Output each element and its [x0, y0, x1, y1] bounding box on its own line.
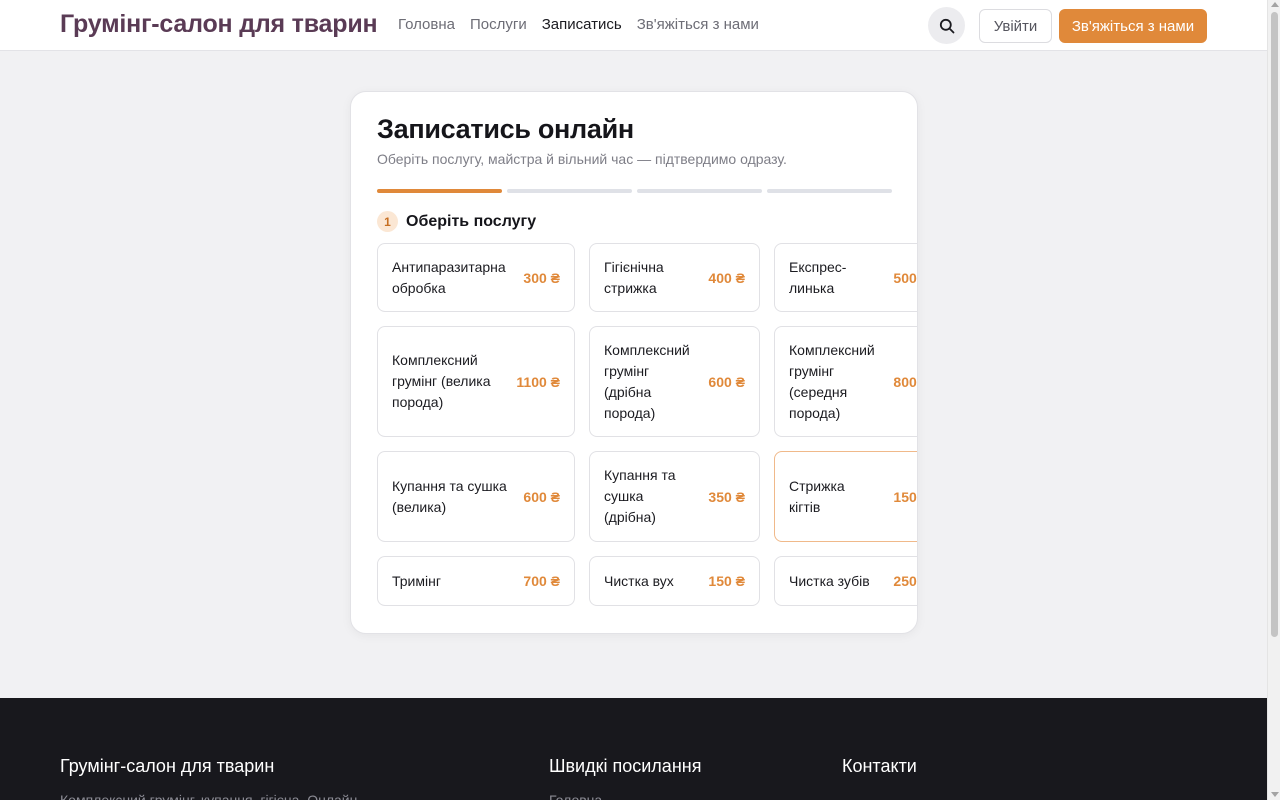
- service-price: 250 ₴: [893, 573, 917, 589]
- service-name: Комплексний грумінг (велика порода): [392, 352, 491, 410]
- step-number-badge: 1: [377, 211, 398, 232]
- service-price: 600 ₴: [708, 373, 745, 390]
- footer-link-home[interactable]: Головна: [549, 792, 602, 800]
- service-name: Комплексний грумінг (середня порода): [789, 341, 875, 421]
- nav-services[interactable]: Послуги: [470, 16, 527, 33]
- step-indicator-2: [507, 189, 632, 193]
- step-progress: [377, 189, 892, 193]
- scroll-up-arrow-icon[interactable]: [1271, 2, 1279, 7]
- service-name: Купання та сушка (дрібна): [604, 467, 676, 525]
- service-option[interactable]: Комплексний грумінг (середня порода) 800…: [774, 326, 917, 437]
- service-option[interactable]: Чистка вух 150 ₴: [589, 556, 760, 606]
- section-title: Оберіть послугу: [406, 212, 537, 230]
- scroll-down-arrow-icon[interactable]: [1271, 792, 1279, 797]
- service-option[interactable]: Гігієнічна стрижка 400 ₴: [589, 243, 760, 312]
- step-indicator-4: [767, 189, 892, 193]
- service-option[interactable]: Чистка зубів 250 ₴: [774, 556, 917, 606]
- service-name: Тримінг: [392, 572, 441, 589]
- booking-card: Записатись онлайн Оберіть послугу, майст…: [350, 91, 918, 634]
- service-price: 700 ₴: [523, 573, 560, 589]
- footer-description: Комплексний грумінг, купання, гігієна. О…: [60, 792, 358, 800]
- service-option[interactable]: Антипаразитарна обробка 300 ₴: [377, 243, 575, 312]
- footer-contacts-title: Контакти: [842, 756, 917, 776]
- service-price: 800 ₴: [893, 373, 917, 390]
- service-option[interactable]: Експрес-линька 500 ₴: [774, 243, 917, 312]
- footer-brand-title: Грумінг-салон для тварин: [60, 756, 275, 776]
- service-option[interactable]: Комплексний грумінг (велика порода) 1100…: [377, 326, 575, 437]
- main-nav: Головна Послуги Записатись Зв'яжіться з …: [398, 16, 759, 33]
- site-footer: Грумінг-салон для тварин Комплексний гру…: [0, 698, 1267, 800]
- search-icon: [939, 18, 954, 33]
- nav-home[interactable]: Головна: [398, 16, 455, 33]
- service-price: 350 ₴: [708, 488, 745, 505]
- service-name: Гігієнічна стрижка: [604, 258, 664, 296]
- nav-booking[interactable]: Записатись: [542, 16, 622, 33]
- search-button[interactable]: [928, 7, 965, 44]
- booking-title: Записатись онлайн: [377, 114, 634, 144]
- service-name: Стрижка кігтів: [789, 477, 845, 515]
- service-price: 300 ₴: [523, 269, 560, 286]
- service-price: 600 ₴: [523, 488, 560, 505]
- step-indicator-3: [637, 189, 762, 193]
- service-name: Антипаразитарна обробка: [392, 258, 506, 296]
- booking-subtitle: Оберіть послугу, майстра й вільний час —…: [377, 151, 787, 167]
- service-price: 1100 ₴: [516, 373, 560, 390]
- step-indicator-1: [377, 189, 502, 193]
- service-name: Чистка вух: [604, 572, 674, 589]
- page-scrollbar[interactable]: [1267, 0, 1280, 800]
- service-price: 400 ₴: [708, 269, 745, 286]
- footer-links-title: Швидкі посилання: [549, 756, 702, 776]
- login-button[interactable]: Увійти: [979, 9, 1052, 43]
- service-name: Купання та сушка (велика): [392, 477, 507, 515]
- service-option[interactable]: Комплексний грумінг (дрібна порода) 600 …: [589, 326, 760, 437]
- brand-logo[interactable]: Грумінг-салон для тварин: [60, 10, 378, 39]
- service-name: Чистка зубів: [789, 572, 870, 589]
- scroll-thumb[interactable]: [1271, 12, 1278, 637]
- service-price: 500 ₴: [893, 269, 917, 286]
- site-header: Грумінг-салон для тварин Головна Послуги…: [0, 0, 1267, 51]
- section-heading: 1 Оберіть послугу: [377, 211, 536, 232]
- service-price: 150 ₴: [893, 488, 917, 505]
- service-name: Експрес-линька: [789, 258, 847, 296]
- service-option[interactable]: Купання та сушка (велика) 600 ₴: [377, 451, 575, 542]
- contact-button[interactable]: Зв'яжіться з нами: [1059, 9, 1207, 43]
- service-name: Комплексний грумінг (дрібна порода): [604, 341, 690, 421]
- service-option-selected[interactable]: Стрижка кігтів 150 ₴: [774, 451, 917, 542]
- service-option[interactable]: Купання та сушка (дрібна) 350 ₴: [589, 451, 760, 542]
- service-price: 150 ₴: [708, 573, 745, 589]
- nav-contact[interactable]: Зв'яжіться з нами: [637, 16, 759, 33]
- service-option[interactable]: Тримінг 700 ₴: [377, 556, 575, 606]
